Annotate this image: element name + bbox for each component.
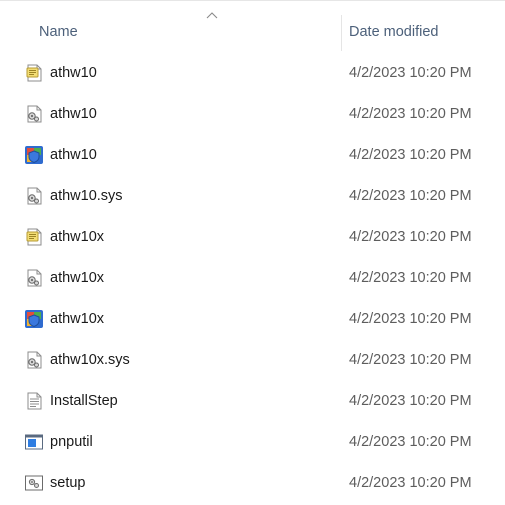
file-date-modified: 4/2/2023 10:20 PM: [349, 475, 472, 491]
batch-file-icon: [25, 475, 43, 491]
file-row[interactable]: InstallStep 4/2/2023 10:20 PM: [0, 381, 505, 422]
file-date-modified: 4/2/2023 10:20 PM: [349, 106, 472, 122]
text-document-icon: [27, 392, 42, 410]
file-date-modified: 4/2/2023 10:20 PM: [349, 393, 472, 409]
file-row[interactable]: athw10x 4/2/2023 10:20 PM: [0, 258, 505, 299]
file-row[interactable]: athw10 4/2/2023 10:20 PM: [0, 135, 505, 176]
file-date-modified: 4/2/2023 10:20 PM: [349, 311, 472, 327]
file-date-modified: 4/2/2023 10:20 PM: [349, 229, 472, 245]
file-row[interactable]: pnputil 4/2/2023 10:20 PM: [0, 422, 505, 463]
system-file-icon: [27, 105, 42, 123]
date-modified-column-header[interactable]: Date modified: [342, 1, 505, 51]
file-row[interactable]: athw10 4/2/2023 10:20 PM: [0, 94, 505, 135]
date-modified-column-label: Date modified: [349, 24, 439, 40]
file-name: pnputil: [50, 434, 93, 450]
file-date-modified: 4/2/2023 10:20 PM: [349, 434, 472, 450]
file-row[interactable]: athw10 4/2/2023 10:20 PM: [0, 53, 505, 94]
setup-information-icon: [26, 64, 42, 82]
file-date-modified: 4/2/2023 10:20 PM: [349, 188, 472, 204]
file-name: athw10: [50, 147, 97, 163]
file-name: setup: [50, 475, 86, 491]
file-name: athw10: [50, 65, 97, 81]
name-column-label: Name: [39, 24, 78, 40]
file-name: athw10x: [50, 229, 105, 245]
file-date-modified: 4/2/2023 10:20 PM: [349, 352, 472, 368]
file-date-modified: 4/2/2023 10:20 PM: [349, 65, 472, 81]
file-name: athw10x.sys: [50, 352, 130, 368]
file-list: athw10 4/2/2023 10:20 PM athw10 4/2/2023…: [0, 53, 505, 504]
file-name: athw10: [50, 106, 97, 122]
system-file-icon: [27, 269, 42, 287]
file-date-modified: 4/2/2023 10:20 PM: [349, 147, 472, 163]
system-file-icon: [27, 187, 42, 205]
name-column-header[interactable]: Name: [26, 1, 340, 51]
file-date-modified: 4/2/2023 10:20 PM: [349, 270, 472, 286]
file-row[interactable]: athw10x.sys 4/2/2023 10:20 PM: [0, 340, 505, 381]
system-file-icon: [27, 351, 42, 369]
file-row[interactable]: setup 4/2/2023 10:20 PM: [0, 463, 505, 504]
file-name: athw10.sys: [50, 188, 123, 204]
file-row[interactable]: athw10x 4/2/2023 10:20 PM: [0, 299, 505, 340]
chevron-up-icon: [206, 12, 218, 19]
setup-information-icon: [26, 228, 42, 246]
application-icon: [25, 434, 43, 450]
security-catalog-icon: [25, 146, 43, 164]
file-row[interactable]: athw10x 4/2/2023 10:20 PM: [0, 217, 505, 258]
column-header-row: Name Date modified: [0, 1, 505, 51]
file-name: athw10x: [50, 270, 105, 286]
file-row[interactable]: athw10.sys 4/2/2023 10:20 PM: [0, 176, 505, 217]
file-explorer-list: Name Date modified athw10 4/2/2023 10:20…: [0, 0, 505, 505]
file-name: athw10x: [50, 311, 105, 327]
file-name: InstallStep: [50, 393, 118, 409]
security-catalog-icon: [25, 310, 43, 328]
